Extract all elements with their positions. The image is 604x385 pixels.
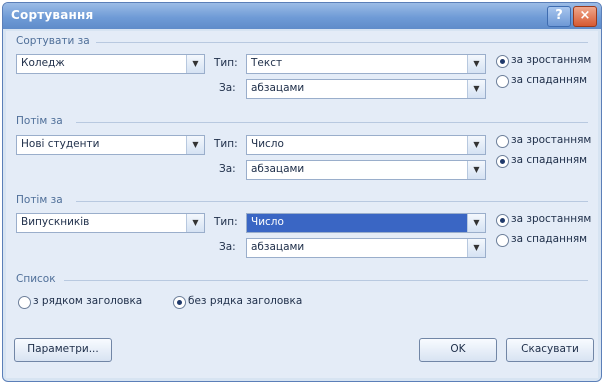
list-label: Список	[16, 273, 56, 285]
sort1-desc-label: за спаданням	[511, 74, 588, 86]
ok-button[interactable]: OK	[419, 338, 497, 362]
chevron-down-icon[interactable]: ▼	[467, 55, 485, 73]
with-header-label: з рядком заголовка	[33, 295, 143, 307]
sort1-desc-radio[interactable]	[496, 75, 509, 88]
sort2-field-value: Нові студенти	[21, 138, 100, 150]
sort2-by-value: абзацами	[251, 163, 305, 175]
sort3-type-label: Тип:	[214, 216, 238, 228]
sort2-asc-radio[interactable]	[496, 135, 509, 148]
sort2-field-select[interactable]: Нові студенти ▼	[16, 135, 205, 155]
chevron-down-icon[interactable]: ▼	[186, 214, 204, 232]
sort-dialog: Сортування ? × Сортувати за Коледж ▼ Тип…	[2, 2, 602, 382]
sort2-by-label: За:	[219, 163, 236, 175]
with-header-radio[interactable]	[18, 296, 31, 309]
sort3-type-select[interactable]: Число ▼	[246, 213, 486, 233]
sort2-asc-label: за зростанням	[511, 134, 592, 146]
chevron-down-icon[interactable]: ▼	[186, 55, 204, 73]
sort-by-label: Сортувати за	[16, 35, 90, 47]
sort2-desc-radio[interactable]	[496, 155, 509, 168]
sort1-type-select[interactable]: Текст ▼	[246, 54, 486, 74]
sort1-by-select[interactable]: абзацами ▼	[246, 79, 486, 99]
section-divider	[64, 280, 588, 281]
chevron-down-icon[interactable]: ▼	[467, 214, 485, 232]
sort1-field-value: Коледж	[21, 57, 65, 69]
then-by-label: Потім за	[16, 194, 63, 206]
sort2-type-label: Тип:	[214, 138, 238, 150]
sort1-type-label: Тип:	[214, 57, 238, 69]
sort1-by-value: абзацами	[251, 82, 305, 94]
section-divider	[96, 42, 588, 43]
section-divider	[76, 201, 588, 202]
sort3-by-select[interactable]: абзацами ▼	[246, 238, 486, 258]
sort1-asc-label: за зростанням	[511, 54, 592, 66]
chevron-down-icon[interactable]: ▼	[186, 136, 204, 154]
sort2-type-select[interactable]: Число ▼	[246, 135, 486, 155]
without-header-label: без рядка заголовка	[188, 295, 303, 307]
chevron-down-icon[interactable]: ▼	[467, 136, 485, 154]
sort1-by-label: За:	[219, 82, 236, 94]
params-button[interactable]: Параметри...	[14, 338, 112, 362]
close-icon[interactable]: ×	[573, 6, 597, 27]
help-icon[interactable]: ?	[547, 6, 571, 27]
sort3-desc-radio[interactable]	[496, 234, 509, 247]
sort3-by-value: абзацами	[251, 241, 305, 253]
dialog-title: Сортування	[11, 8, 94, 22]
chevron-down-icon[interactable]: ▼	[467, 239, 485, 257]
sort3-desc-label: за спаданням	[511, 233, 588, 245]
sort1-field-select[interactable]: Коледж ▼	[16, 54, 205, 74]
title-bar: Сортування ? ×	[3, 3, 601, 29]
sort1-asc-radio[interactable]	[496, 55, 509, 68]
sort3-asc-label: за зростанням	[511, 213, 592, 225]
sort3-field-value: Випускників	[21, 216, 90, 228]
without-header-radio[interactable]	[173, 296, 186, 309]
section-divider	[76, 122, 588, 123]
chevron-down-icon[interactable]: ▼	[467, 80, 485, 98]
sort2-type-value: Число	[251, 138, 284, 150]
chevron-down-icon[interactable]: ▼	[467, 161, 485, 179]
cancel-button[interactable]: Скасувати	[506, 338, 594, 362]
sort1-type-value: Текст	[251, 57, 283, 69]
sort2-desc-label: за спаданням	[511, 154, 588, 166]
then-by-label: Потім за	[16, 115, 63, 127]
sort3-by-label: За:	[219, 241, 236, 253]
sort3-asc-radio[interactable]	[496, 214, 509, 227]
sort3-type-value: Число	[251, 216, 284, 228]
sort2-by-select[interactable]: абзацами ▼	[246, 160, 486, 180]
dialog-body: Сортувати за Коледж ▼ Тип: Текст ▼ За: а…	[6, 31, 598, 378]
sort3-field-select[interactable]: Випускників ▼	[16, 213, 205, 233]
